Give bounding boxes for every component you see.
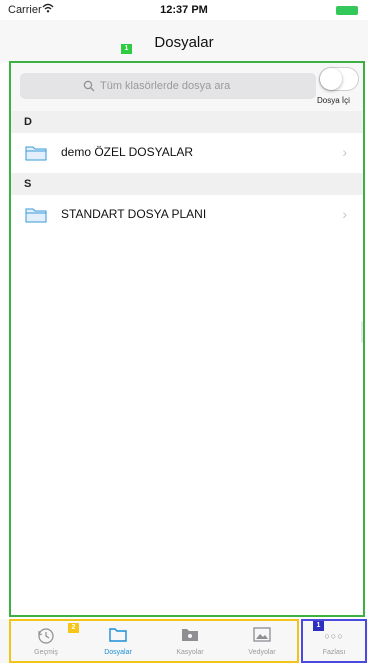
tab-label: Vedyolar bbox=[248, 649, 276, 656]
folder-icon bbox=[83, 627, 153, 645]
search-row: Dosya İçi bbox=[11, 63, 363, 111]
tab-label: Dosyalar bbox=[104, 649, 132, 656]
status-bar: Carrier 12:37 PM bbox=[0, 0, 368, 20]
content-search-toggle[interactable] bbox=[319, 67, 359, 91]
battery-icon bbox=[336, 6, 358, 15]
camera-folder-icon bbox=[155, 627, 225, 645]
chevron-right-icon: › bbox=[342, 206, 347, 222]
tab-label: Fazlası bbox=[322, 649, 346, 656]
list-item-demo-ozel-dosyalar[interactable]: demo ÖZEL DOSYALAR › bbox=[11, 133, 363, 173]
navigation-bar: Dosyalar bbox=[0, 20, 368, 62]
more-dots-icon: ○○○ bbox=[324, 631, 344, 641]
folder-icon bbox=[25, 145, 47, 161]
folder-icon bbox=[25, 207, 47, 223]
photo-gallery-icon bbox=[227, 627, 297, 645]
page-title: Dosyalar bbox=[154, 34, 214, 51]
tab-kasyolar[interactable]: Kasyolar bbox=[155, 621, 225, 661]
tab-vedyolar[interactable]: Vedyolar bbox=[227, 621, 297, 661]
tab-label: Kasyolar bbox=[176, 649, 204, 656]
section-header-s: S bbox=[11, 173, 363, 195]
tab-label: Geçmiş bbox=[34, 649, 58, 656]
edge-drag-handle[interactable] bbox=[361, 321, 363, 343]
toggle-knob bbox=[320, 68, 342, 90]
list-item-label: demo ÖZEL DOSYALAR bbox=[61, 145, 194, 159]
region-marker-content: 1 bbox=[121, 44, 132, 54]
chevron-right-icon: › bbox=[342, 144, 347, 160]
tab-dosyalar[interactable]: Dosyalar bbox=[83, 621, 153, 661]
region-marker-tabs: 2 bbox=[68, 623, 79, 633]
list-item-standart-dosya-plani[interactable]: STANDART DOSYA PLANI › bbox=[11, 195, 363, 235]
list-item-label: STANDART DOSYA PLANI bbox=[61, 207, 207, 221]
search-input[interactable] bbox=[100, 77, 300, 95]
section-header-d: D bbox=[11, 111, 363, 133]
status-time: 12:37 PM bbox=[160, 4, 208, 16]
search-icon bbox=[83, 79, 96, 92]
search-field[interactable] bbox=[20, 73, 316, 99]
region-marker-more: 1 bbox=[313, 621, 324, 631]
tab-more[interactable]: ○○○ Fazlası bbox=[301, 619, 367, 663]
file-browser-content: Dosya İçi D demo ÖZEL DOSYALAR › S STAND… bbox=[9, 61, 365, 617]
tab-group: Geçmiş Dosyalar Kasyolar Vedyolar bbox=[9, 619, 299, 663]
toggle-label: Dosya İçi bbox=[317, 96, 350, 105]
